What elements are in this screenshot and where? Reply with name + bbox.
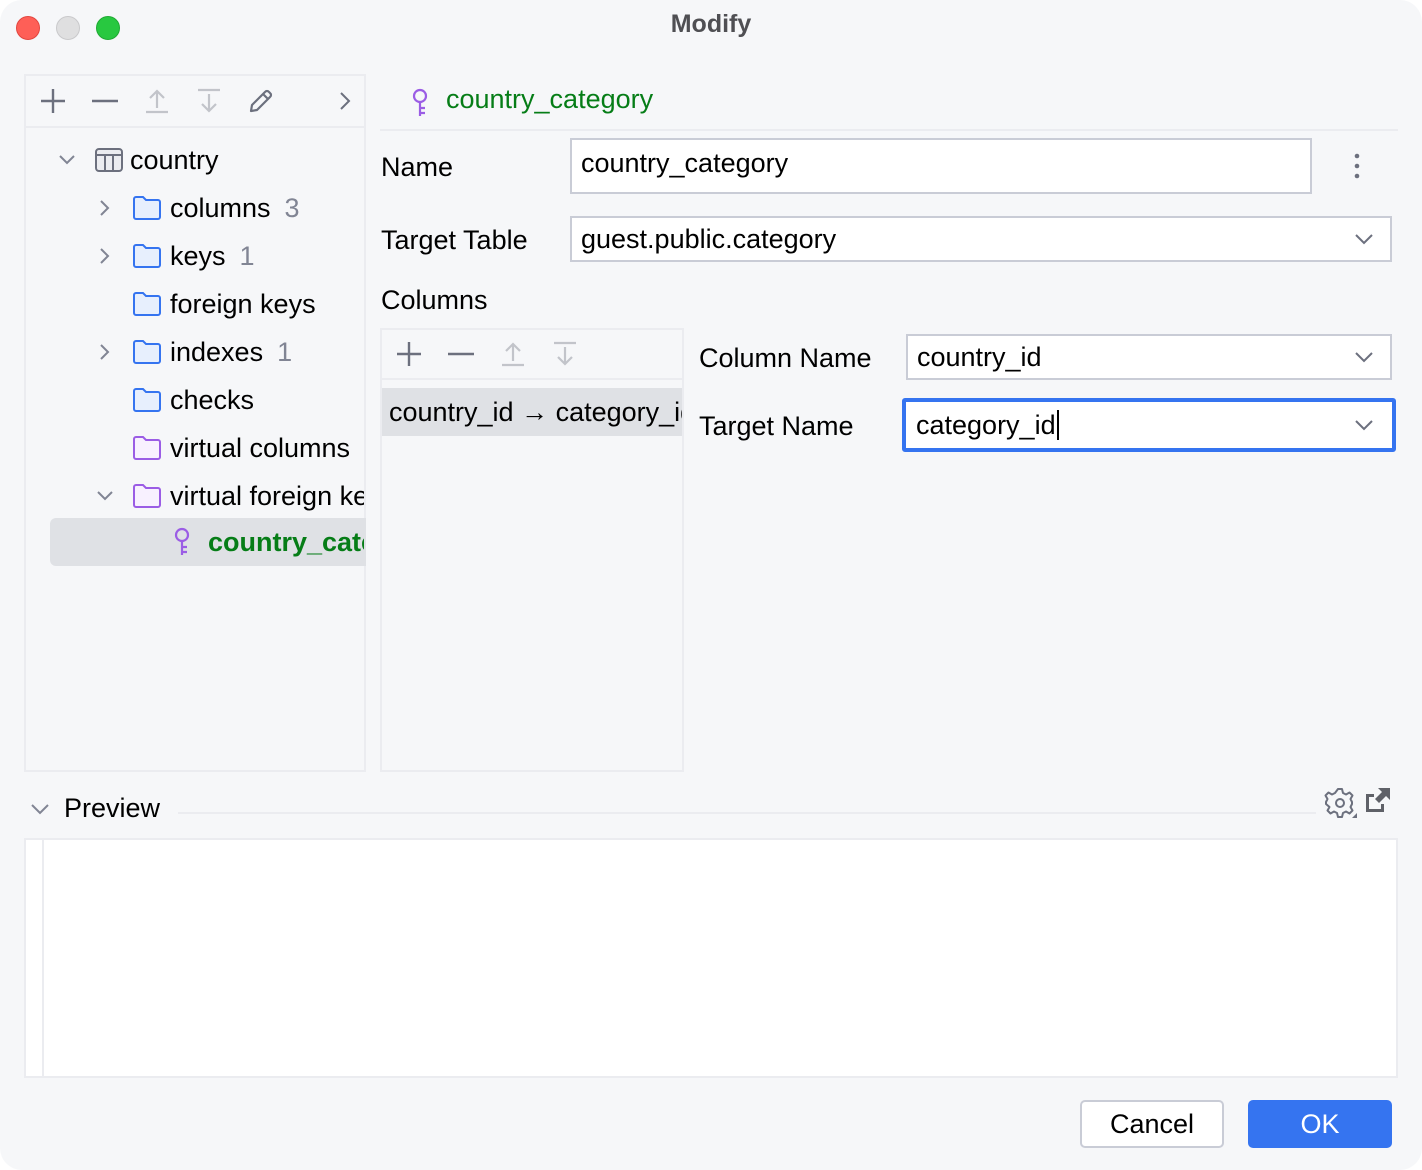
tree-item-country-category[interactable]: country_category <box>172 518 364 566</box>
tree-item-virtual-columns[interactable]: virtual columns <box>132 424 364 472</box>
virtual-folder-icon <box>133 484 161 508</box>
tree-item-columns[interactable]: columns 3 <box>94 184 300 232</box>
folder-icon <box>133 292 161 316</box>
header-divider <box>380 129 1398 131</box>
tree-item-label: country_category <box>208 526 364 557</box>
tree-item-virtual-foreign-keys[interactable]: virtual foreign keys <box>94 472 364 520</box>
ok-button[interactable]: OK <box>1248 1100 1392 1148</box>
name-input[interactable]: country_category <box>570 138 1312 194</box>
tree-item-label: country <box>130 144 219 175</box>
columns-label: Columns <box>381 285 488 315</box>
virtual-key-icon <box>412 88 428 116</box>
target-name-dropdown[interactable]: category_id <box>902 398 1396 452</box>
target-table-label: Target Table <box>381 225 528 255</box>
more-options-icon[interactable] <box>1349 152 1365 182</box>
column-mapping-row[interactable]: country_id → category_id <box>382 388 682 436</box>
target-table-value: guest.public.category <box>581 223 837 254</box>
tree-item-label: indexes <box>170 336 264 367</box>
tree-item-checks[interactable]: checks <box>132 376 254 424</box>
tree-item-label: keys <box>170 240 226 271</box>
tree-item-indexes[interactable]: indexes 1 <box>94 328 292 376</box>
tree-toolbar <box>26 76 364 128</box>
column-name-label: Column Name <box>699 343 872 373</box>
move-up-icon[interactable] <box>496 337 530 371</box>
preview-divider <box>178 812 1316 814</box>
chevron-down-icon[interactable] <box>1354 419 1374 431</box>
move-down-icon[interactable] <box>548 337 582 371</box>
structure-tree-panel: country columns 3 keys 1 foreign keys in… <box>24 74 366 772</box>
virtual-key-icon <box>174 527 190 555</box>
tree-item-label: virtual foreign keys <box>170 480 364 511</box>
remove-icon[interactable] <box>88 84 122 118</box>
tree-item-label: virtual columns <box>170 432 351 463</box>
virtual-folder-icon <box>133 436 161 460</box>
chevron-down-icon[interactable] <box>56 149 78 171</box>
target-table-dropdown[interactable]: guest.public.category <box>570 216 1392 262</box>
column-name-value: country_id <box>917 341 1042 372</box>
gear-icon[interactable] <box>1322 786 1358 820</box>
table-icon <box>95 148 123 172</box>
target-name-label: Target Name <box>699 411 854 441</box>
chevron-down-icon[interactable] <box>1354 233 1374 245</box>
tree-item-label: checks <box>170 384 255 415</box>
tree-item-count: 1 <box>239 240 255 271</box>
target-name-value: category_id <box>916 409 1056 440</box>
folder-icon <box>133 340 161 364</box>
chevron-right-icon[interactable] <box>94 197 116 219</box>
folder-icon <box>133 244 161 268</box>
add-icon[interactable] <box>392 337 426 371</box>
tree-item-country[interactable]: country <box>56 136 219 184</box>
move-up-icon[interactable] <box>140 84 174 118</box>
preview-editor[interactable] <box>24 838 1398 1078</box>
editor-header-title: country_category <box>446 84 654 114</box>
add-icon[interactable] <box>36 84 70 118</box>
name-input-value: country_category <box>581 147 789 178</box>
modify-dialog: Modify country columns 3 keys 1 foreign … <box>0 0 1422 1170</box>
collapse-preview-icon[interactable] <box>30 802 50 816</box>
preview-label: Preview <box>64 793 161 823</box>
tree-item-label: columns <box>170 192 271 223</box>
chevron-down-icon[interactable] <box>94 485 116 507</box>
tree-item-count: 1 <box>277 336 293 367</box>
text-cursor <box>1056 410 1059 440</box>
tree-item-foreign-keys[interactable]: foreign keys <box>132 280 316 328</box>
column-mappings-panel: country_id → category_id <box>380 328 684 772</box>
open-in-window-icon[interactable] <box>1364 786 1392 814</box>
chevron-right-icon[interactable] <box>94 245 116 267</box>
column-name-dropdown[interactable]: country_id <box>906 334 1392 380</box>
tree-item-label: foreign keys <box>170 288 316 319</box>
preview-gutter <box>42 840 44 1076</box>
folder-icon <box>133 388 161 412</box>
cancel-button[interactable]: Cancel <box>1080 1100 1224 1148</box>
column-mapping-label: country_id → category_id <box>389 396 682 427</box>
tree-item-keys[interactable]: keys 1 <box>94 232 255 280</box>
expand-right-icon[interactable] <box>328 84 362 118</box>
tree-item-count: 3 <box>284 192 300 223</box>
edit-icon[interactable] <box>244 84 278 118</box>
folder-icon <box>133 196 161 220</box>
move-down-icon[interactable] <box>192 84 226 118</box>
chevron-down-icon[interactable] <box>1354 351 1374 363</box>
columns-toolbar <box>382 330 682 380</box>
remove-icon[interactable] <box>444 337 478 371</box>
chevron-right-icon[interactable] <box>94 341 116 363</box>
window-title: Modify <box>670 10 752 38</box>
name-label: Name <box>381 152 454 182</box>
